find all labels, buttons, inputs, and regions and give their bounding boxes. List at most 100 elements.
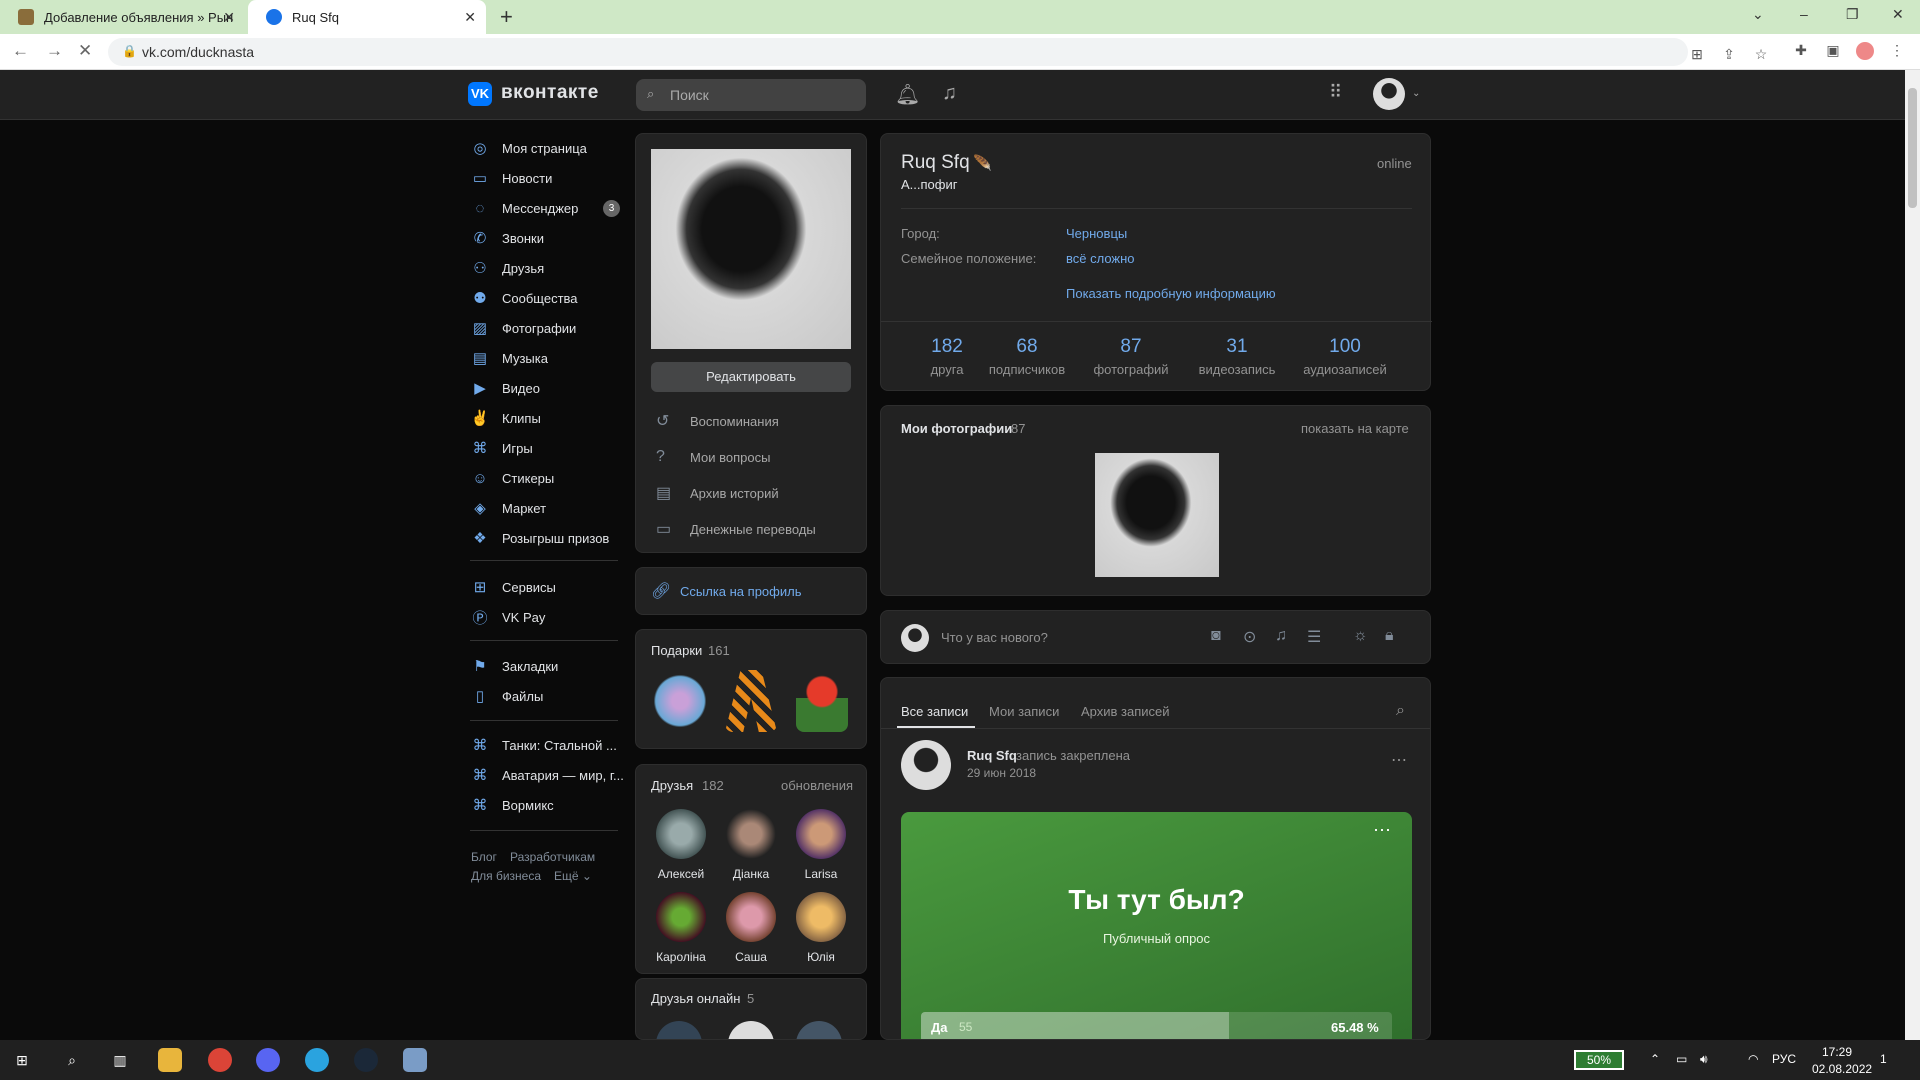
idea-icon[interactable]: ☼ — [1353, 627, 1368, 645]
gift-image[interactable] — [654, 670, 706, 732]
browser-tab-1[interactable]: Добавление объявления » Рын ✕ — [0, 0, 245, 34]
sidepanel-icon[interactable]: ▣ — [1824, 42, 1842, 60]
sidebar-item-communities[interactable]: ⚉ Сообщества — [470, 283, 625, 313]
music-icon[interactable]: ♫ — [942, 82, 957, 105]
stat-followers[interactable]: 68 подписчиков — [981, 336, 1073, 377]
article-icon[interactable]: ☰ — [1307, 627, 1321, 647]
profile-avatar-icon[interactable] — [1856, 42, 1874, 60]
stat-videos[interactable]: 31 видеозапись — [1192, 336, 1282, 377]
battery-icon[interactable]: ▭ — [1676, 1052, 1687, 1066]
tab-search-icon[interactable]: ⌄ — [1752, 6, 1764, 23]
avatar[interactable] — [1373, 78, 1405, 110]
wifi-icon[interactable]: ◠ — [1748, 1052, 1758, 1066]
sidebar-app-avataria[interactable]: ⌘ Аватария — мир, г... — [470, 760, 625, 790]
forward-icon[interactable]: → — [46, 41, 63, 61]
sidebar-item-clips[interactable]: ✌ Клипы — [470, 403, 625, 433]
close-window-button[interactable]: ✕ — [1892, 6, 1904, 23]
translate-icon[interactable]: ⊞ — [1688, 46, 1706, 64]
search-icon[interactable]: ⌕ — [1396, 702, 1405, 720]
sidebar-item-photos[interactable]: ▨ Фотографии — [470, 313, 625, 343]
avatar[interactable] — [796, 1021, 842, 1039]
sidebar-item-video[interactable]: ▶ Видео — [470, 373, 625, 403]
browser-tab-2[interactable]: Ruq Sfq ✕ — [248, 0, 486, 34]
menu-icon[interactable]: ⋮ — [1888, 42, 1906, 60]
avatar[interactable] — [656, 1021, 702, 1039]
sidebar-item-my-page[interactable]: ◎ Моя страница — [470, 133, 625, 163]
telegram-icon[interactable] — [305, 1048, 329, 1072]
back-icon[interactable]: ← — [12, 41, 29, 61]
stat-friends[interactable]: 182 друга — [919, 336, 975, 377]
menu-story-archive[interactable]: ▤ Архив историй — [656, 478, 779, 508]
share-icon[interactable]: ⇪ — [1720, 46, 1738, 64]
friend-item[interactable]: Кароліна — [651, 892, 711, 964]
close-tab-icon[interactable]: ✕ — [464, 9, 476, 26]
composer-placeholder[interactable]: Что у вас нового? — [941, 630, 1048, 645]
menu-questions[interactable]: ? Мои вопросы — [656, 442, 770, 472]
footer-link-blog[interactable]: Блог — [471, 850, 497, 864]
video-icon[interactable]: ⊙ — [1243, 627, 1256, 647]
sidebar-item-stickers[interactable]: ☺ Стикеры — [470, 463, 625, 493]
sidebar-app-tanks[interactable]: ⌘ Танки: Стальной ... — [470, 730, 625, 760]
profile-status[interactable]: А...пофиг — [901, 177, 957, 192]
camera-icon[interactable]: ◙ — [1211, 627, 1221, 645]
footer-link-business[interactable]: Для бизнеса — [471, 869, 541, 883]
poll-more-icon[interactable]: ⋯ — [1373, 820, 1391, 841]
stat-photos[interactable]: 87 фотографий — [1086, 336, 1176, 377]
friends-updates-link[interactable]: обновления — [781, 778, 853, 793]
music-icon[interactable]: ♫ — [1275, 627, 1287, 645]
friend-item[interactable]: Larisa — [791, 809, 851, 881]
more-info-link[interactable]: Показать подробную информацию — [1066, 286, 1276, 301]
battery-indicator[interactable]: 50% — [1574, 1050, 1624, 1070]
vk-logo-text[interactable]: вконтакте — [501, 82, 599, 104]
steam-icon[interactable] — [354, 1048, 378, 1072]
footer-link-more[interactable]: Ещё ⌄ — [554, 869, 592, 883]
new-tab-button[interactable]: + — [500, 4, 513, 30]
search-input[interactable]: ⌕ Поиск — [636, 79, 866, 111]
profile-photo[interactable] — [651, 149, 851, 349]
sidebar-item-news[interactable]: ▭ Новости — [470, 163, 625, 193]
city-value[interactable]: Черновцы — [1066, 226, 1127, 241]
edit-profile-button[interactable]: Редактировать — [651, 362, 851, 392]
sidebar-item-services[interactable]: ⊞ Сервисы — [470, 572, 625, 602]
vk-logo-icon[interactable]: VK — [468, 82, 492, 106]
sidebar-item-market[interactable]: ◈ Маркет — [470, 493, 625, 523]
sidebar-item-calls[interactable]: ✆ Звонки — [470, 223, 625, 253]
sidebar-item-bookmarks[interactable]: ⚑ Закладки — [470, 651, 625, 681]
discord-icon[interactable] — [256, 1048, 280, 1072]
post-date[interactable]: 29 июн 2018 — [967, 766, 1036, 780]
family-value[interactable]: всё сложно — [1066, 251, 1135, 266]
apps-grid-icon[interactable]: ⠿ — [1329, 82, 1342, 103]
sidebar-app-wormix[interactable]: ⌘ Вормикс — [470, 790, 625, 820]
avatar[interactable] — [901, 740, 951, 790]
chevron-down-icon[interactable]: ⌄ — [1412, 88, 1420, 99]
scrollbar[interactable] — [1905, 70, 1920, 1040]
tab-all-posts[interactable]: Все записи — [901, 704, 968, 719]
menu-money-transfers[interactable]: ▭ Денежные переводы — [656, 514, 816, 544]
tab-archive[interactable]: Архив записей — [1081, 704, 1170, 719]
friend-item[interactable]: Алексей — [651, 809, 711, 881]
app-icon[interactable] — [403, 1048, 427, 1072]
gift-image[interactable] — [796, 670, 848, 732]
profile-link-card[interactable]: 🔗︎ Ссылка на профиль — [635, 567, 867, 615]
clock-date[interactable]: 02.08.2022 — [1812, 1062, 1872, 1076]
extensions-icon[interactable]: ✚ — [1792, 42, 1810, 60]
profile-link[interactable]: Ссылка на профиль — [680, 584, 801, 599]
lock-icon[interactable]: 🔒︎ — [1385, 627, 1394, 645]
task-view-icon[interactable]: ▥ — [108, 1048, 132, 1072]
sidebar-item-friends[interactable]: ⚇ Друзья — [470, 253, 625, 283]
poll-option[interactable]: Да 55 65.48 % — [921, 1012, 1392, 1039]
bell-icon[interactable]: 🔔︎ — [895, 82, 920, 107]
file-explorer-icon[interactable] — [158, 1048, 182, 1072]
sidebar-item-messenger[interactable]: ◌ Мессенджер 3 — [470, 193, 625, 223]
sidebar-item-music[interactable]: ▤ Музыка — [470, 343, 625, 373]
gifts-title[interactable]: Подарки — [651, 643, 702, 658]
stop-icon[interactable]: ✕ — [78, 41, 92, 61]
restore-button[interactable]: ❐ — [1846, 6, 1859, 23]
friend-item[interactable]: Дiанка — [721, 809, 781, 881]
language-indicator[interactable]: РУС — [1772, 1052, 1796, 1066]
scrollbar-thumb[interactable] — [1908, 88, 1917, 208]
friend-item[interactable]: Юлія — [791, 892, 851, 964]
minimize-button[interactable]: – — [1800, 6, 1808, 22]
tray-chevron-icon[interactable]: ⌃ — [1650, 1052, 1660, 1066]
clock-time[interactable]: 17:29 — [1822, 1045, 1852, 1059]
